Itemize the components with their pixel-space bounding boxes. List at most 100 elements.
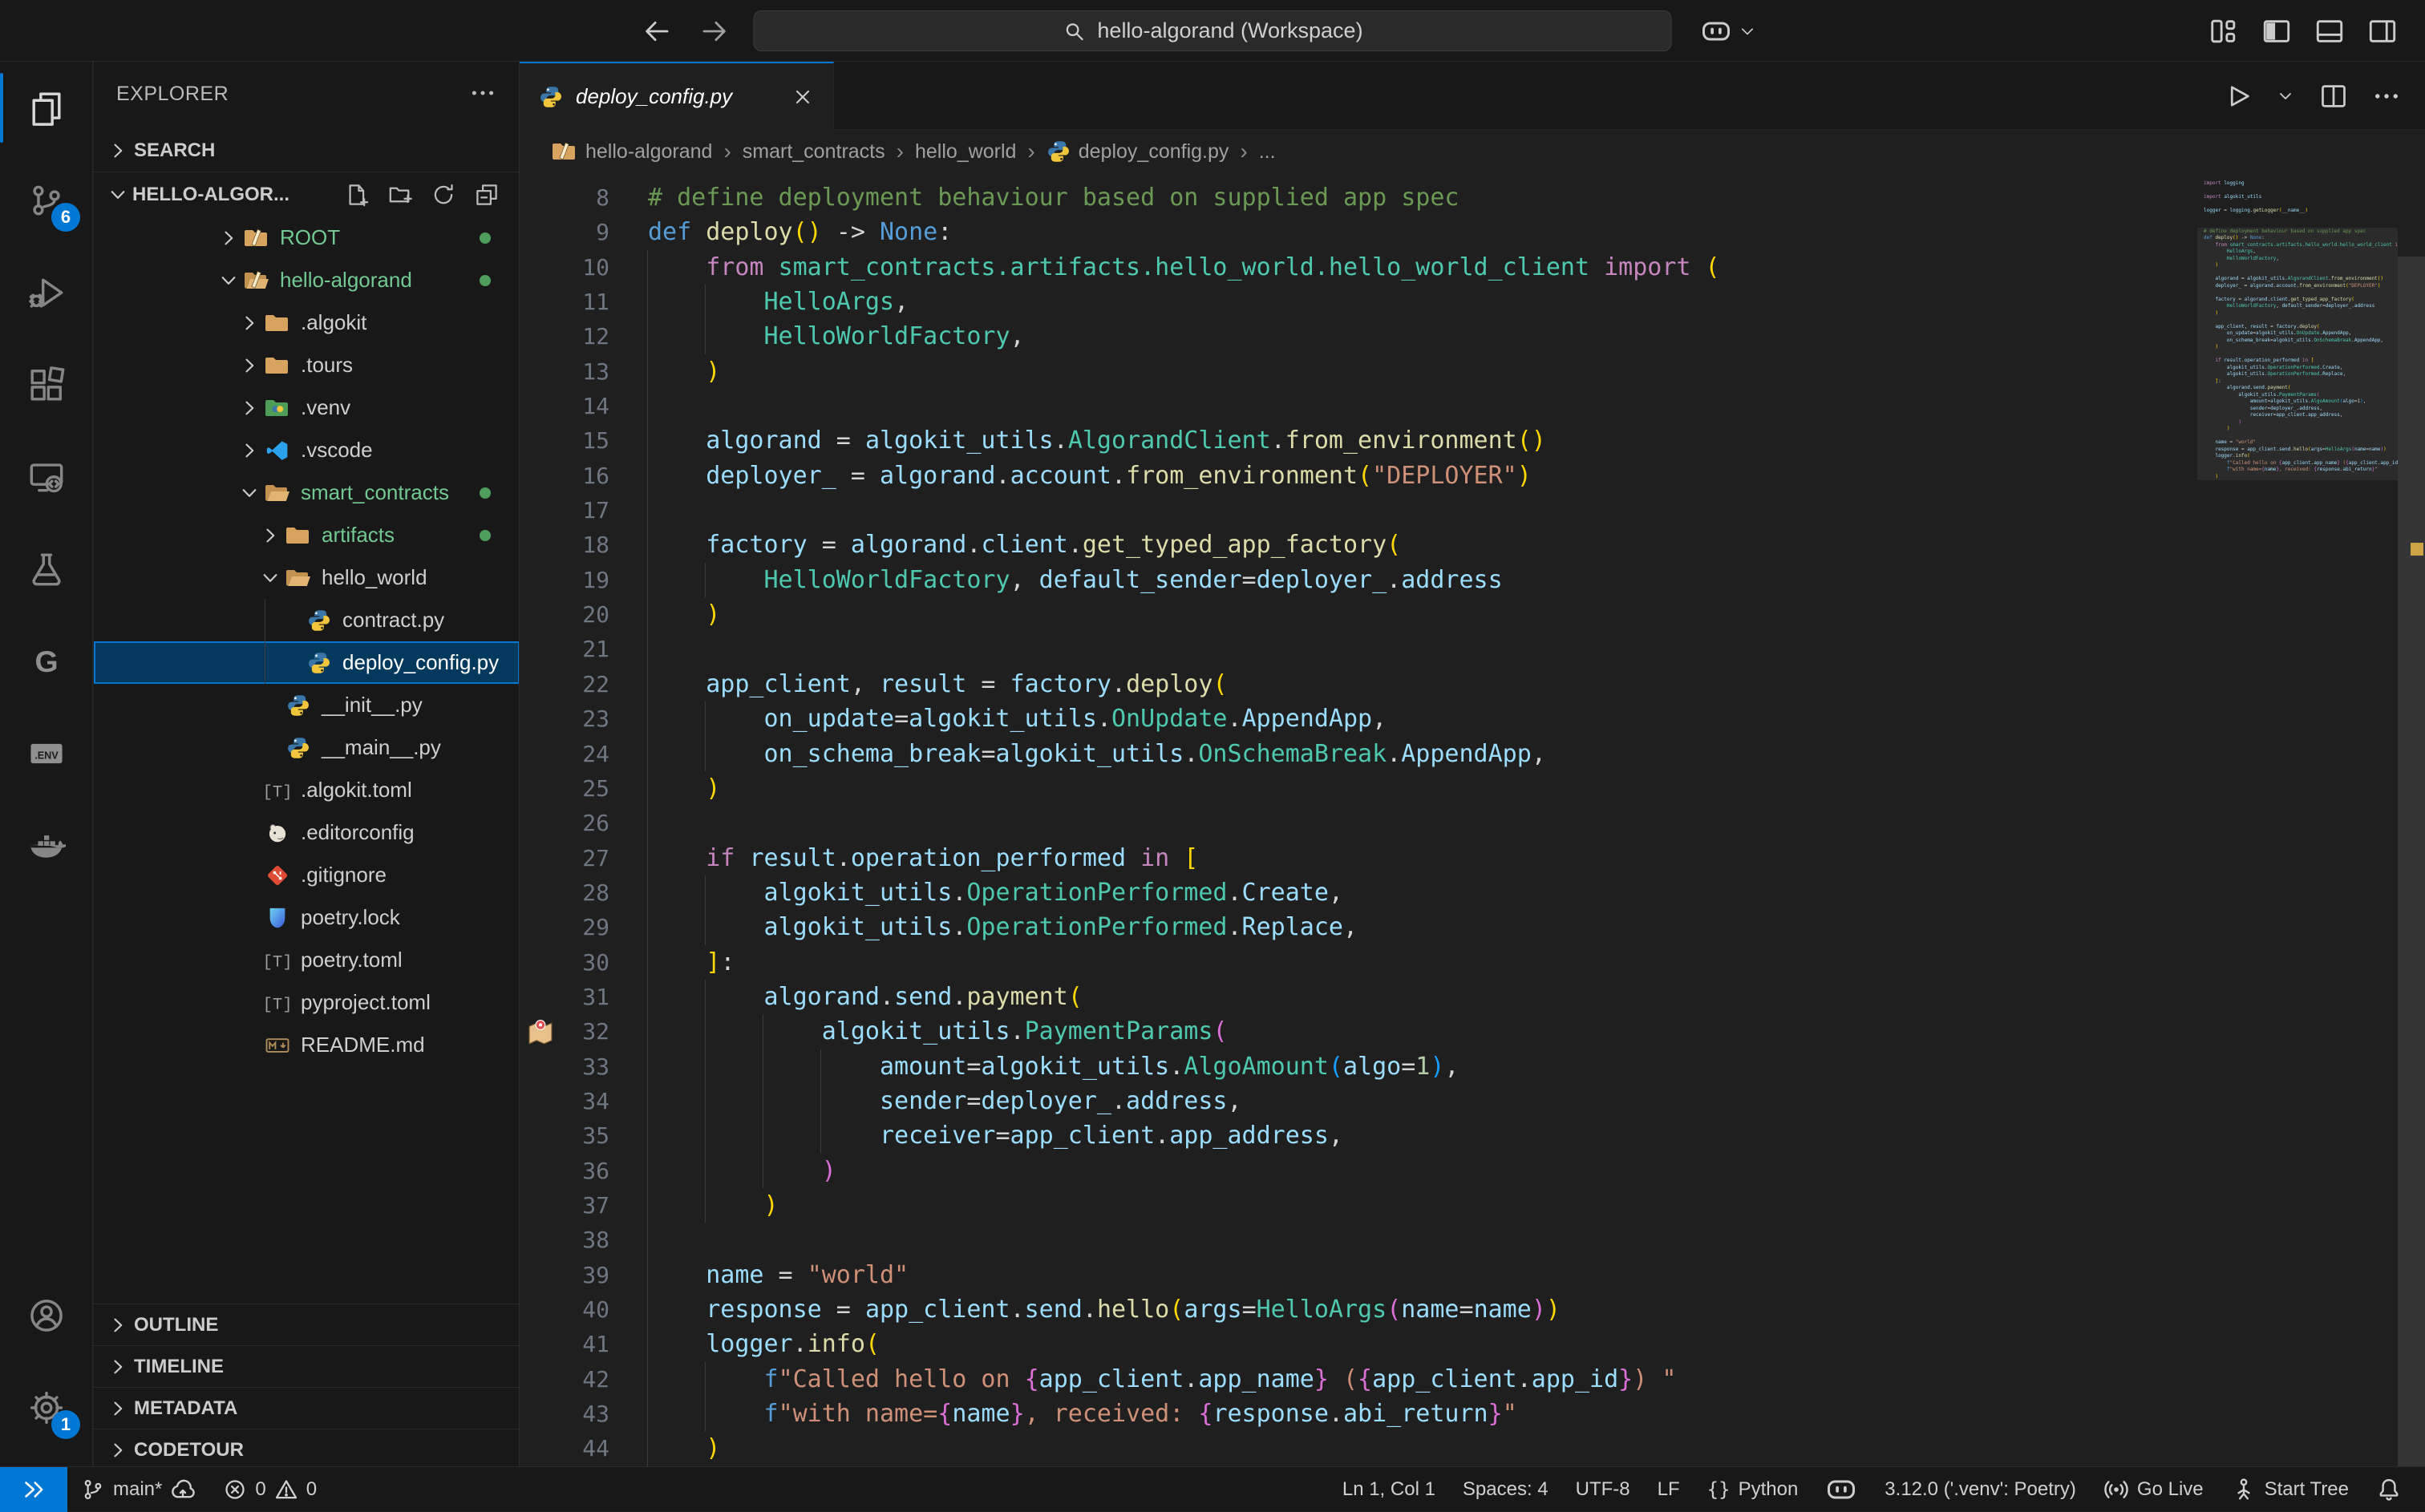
remote-indicator[interactable] <box>0 1467 67 1512</box>
code-line-28[interactable]: 28 algokit_utils.OperationPerformed.Crea… <box>520 875 2197 910</box>
panel-metadata[interactable]: METADATA <box>94 1387 520 1429</box>
code-line-34[interactable]: 34 sender=deployer_.address, <box>520 1084 2197 1118</box>
status-bell[interactable] <box>2362 1467 2415 1512</box>
activity-item-remote-explorer[interactable] <box>0 431 93 523</box>
tree-item-contract-py[interactable]: contract.py <box>94 599 520 641</box>
new-file-icon[interactable] <box>345 183 369 207</box>
chevron-down-sm-icon[interactable] <box>2276 87 2295 106</box>
tree-item-deploy-config-py[interactable]: deploy_config.py <box>94 641 520 684</box>
codetour-marker-icon[interactable] <box>526 1017 555 1046</box>
tree-item--venv[interactable]: .venv <box>94 386 520 429</box>
panel-timeline[interactable]: TIMELINE <box>94 1345 520 1387</box>
code-line-21[interactable]: 21 <box>520 632 2197 666</box>
activity-item-explorer[interactable] <box>0 62 93 154</box>
scrollbar-slider[interactable] <box>2398 257 2425 1466</box>
tree-item-smart-contracts[interactable]: smart_contracts <box>94 471 520 514</box>
split-editor-icon[interactable] <box>2319 82 2348 111</box>
code-line-33[interactable]: 33 amount=algokit_utils.AlgoAmount(algo=… <box>520 1049 2197 1084</box>
activity-item-accounts[interactable] <box>0 1269 93 1361</box>
status-start-tree[interactable]: Start Tree <box>2217 1467 2362 1512</box>
code-line-9[interactable]: 9def deploy() -> None: <box>520 215 2197 249</box>
code-line-31[interactable]: 31 algorand.send.payment( <box>520 980 2197 1014</box>
forward-arrow-icon[interactable] <box>699 16 730 46</box>
layout-aux-icon[interactable] <box>2367 16 2398 46</box>
activity-item-source-control[interactable]: 6 <box>0 154 93 246</box>
tree-item--main-py[interactable]: __main__.py <box>94 726 520 769</box>
code-line-37[interactable]: 37 ) <box>520 1188 2197 1223</box>
code-line-44[interactable]: 44 ) <box>520 1431 2197 1466</box>
layout-panel-icon[interactable] <box>2314 16 2345 46</box>
chevron-right-icon[interactable] <box>256 524 285 547</box>
tree-item--algokit[interactable]: .algokit <box>94 301 520 344</box>
layout-customize-icon[interactable] <box>2208 16 2239 46</box>
problems-status[interactable]: 00 <box>209 1467 330 1512</box>
activity-item-dotenv[interactable]: .ENV <box>0 707 93 799</box>
breadcrumb-item[interactable]: deploy_config.py <box>1047 139 1229 164</box>
chevron-right-icon[interactable] <box>235 439 264 462</box>
tree-item--gitignore[interactable]: .gitignore <box>94 854 520 896</box>
close-icon[interactable] <box>791 86 814 108</box>
status-lf[interactable]: LF <box>1644 1467 1694 1512</box>
search-section-header[interactable]: SEARCH <box>94 130 520 172</box>
breadcrumb-item[interactable]: ... <box>1259 140 1276 164</box>
layout-sidebar-icon[interactable] <box>2261 16 2292 46</box>
status-python[interactable]: {}Python <box>1694 1467 1812 1512</box>
chevron-right-icon[interactable] <box>214 227 243 249</box>
code-line-25[interactable]: 25 ) <box>520 771 2197 806</box>
tree-item--algokit-toml[interactable]: [T].algokit.toml <box>94 769 520 811</box>
panel-codetour[interactable]: CODETOUR <box>94 1429 520 1466</box>
tree-item-pyproject-toml[interactable]: [T]pyproject.toml <box>94 981 520 1024</box>
chevron-right-icon[interactable] <box>235 312 264 334</box>
panel-outline[interactable]: OUTLINE <box>94 1304 520 1345</box>
collapse-all-icon[interactable] <box>475 183 499 207</box>
tree-item-poetry-toml[interactable]: [T]poetry.toml <box>94 939 520 981</box>
workspace-section-header[interactable]: HELLO-ALGOR... <box>94 173 520 216</box>
tree-item-poetry-lock[interactable]: poetry.lock <box>94 896 520 939</box>
code-line-8[interactable]: 8# define deployment behaviour based on … <box>520 180 2197 215</box>
breadcrumb-item[interactable]: hello-algorand <box>552 139 712 164</box>
minimap[interactable]: import loggingimport algokit_utilslogger… <box>2197 180 2398 661</box>
tree-item--vscode[interactable]: .vscode <box>94 429 520 471</box>
activity-item-gitlens[interactable]: G <box>0 615 93 707</box>
code-line-38[interactable]: 38 <box>520 1223 2197 1257</box>
code-line-42[interactable]: 42 f"Called hello on {app_client.app_nam… <box>520 1362 2197 1397</box>
chevron-right-icon[interactable] <box>235 397 264 419</box>
code-line-36[interactable]: 36 ) <box>520 1154 2197 1188</box>
activity-item-testing[interactable] <box>0 523 93 615</box>
code-line-23[interactable]: 23 on_update=algokit_utils.OnUpdate.Appe… <box>520 701 2197 736</box>
code-line-11[interactable]: 11 HelloArgs, <box>520 285 2197 319</box>
tree-item-hello-world[interactable]: hello_world <box>94 556 520 599</box>
copilot-menu[interactable] <box>1700 0 1756 62</box>
tree-item-hello-algorand[interactable]: hello-algorand <box>94 259 520 301</box>
tab-deploy-config[interactable]: deploy_config.py <box>520 62 834 130</box>
code-line-14[interactable]: 14 <box>520 389 2197 423</box>
tree-item--editorconfig[interactable]: .editorconfig <box>94 811 520 854</box>
back-arrow-icon[interactable] <box>642 16 672 46</box>
code-line-20[interactable]: 20 ) <box>520 597 2197 632</box>
code-line-10[interactable]: 10 from smart_contracts.artifacts.hello_… <box>520 250 2197 285</box>
code-line-27[interactable]: 27 if result.operation_performed in [ <box>520 841 2197 875</box>
tree-item--init-py[interactable]: __init__.py <box>94 684 520 726</box>
status-3-12-0-venv-poetry-[interactable]: 3.12.0 ('.venv': Poetry) <box>1871 1467 2090 1512</box>
status-spaces-4[interactable]: Spaces: 4 <box>1449 1467 1562 1512</box>
code-line-26[interactable]: 26 <box>520 806 2197 840</box>
refresh-icon[interactable] <box>431 183 455 207</box>
code-line-43[interactable]: 43 f"with name={name}, received: {respon… <box>520 1397 2197 1431</box>
code-line-41[interactable]: 41 logger.info( <box>520 1327 2197 1361</box>
tree-item-artifacts[interactable]: artifacts <box>94 514 520 556</box>
editor-scrollbar[interactable] <box>2398 173 2425 1466</box>
code-line-24[interactable]: 24 on_schema_break=algokit_utils.OnSchem… <box>520 737 2197 771</box>
new-folder-icon[interactable] <box>388 183 412 207</box>
more-icon[interactable] <box>2372 82 2401 111</box>
tree-item-readme-md[interactable]: README.md <box>94 1024 520 1066</box>
code-line-16[interactable]: 16 deployer_ = algorand.account.from_env… <box>520 459 2197 493</box>
activity-item-extensions[interactable] <box>0 338 93 431</box>
breadcrumb-item[interactable]: hello_world <box>915 140 1016 164</box>
code-line-39[interactable]: 39 name = "world" <box>520 1258 2197 1292</box>
code-line-19[interactable]: 19 HelloWorldFactory, default_sender=dep… <box>520 563 2197 597</box>
chevron-down-icon[interactable] <box>235 482 264 504</box>
tree-item-root[interactable]: ROOT <box>94 216 520 259</box>
activity-item-docker[interactable] <box>0 799 93 891</box>
code-line-22[interactable]: 22 app_client, result = factory.deploy( <box>520 667 2197 701</box>
tree-item--tours[interactable]: .tours <box>94 344 520 386</box>
